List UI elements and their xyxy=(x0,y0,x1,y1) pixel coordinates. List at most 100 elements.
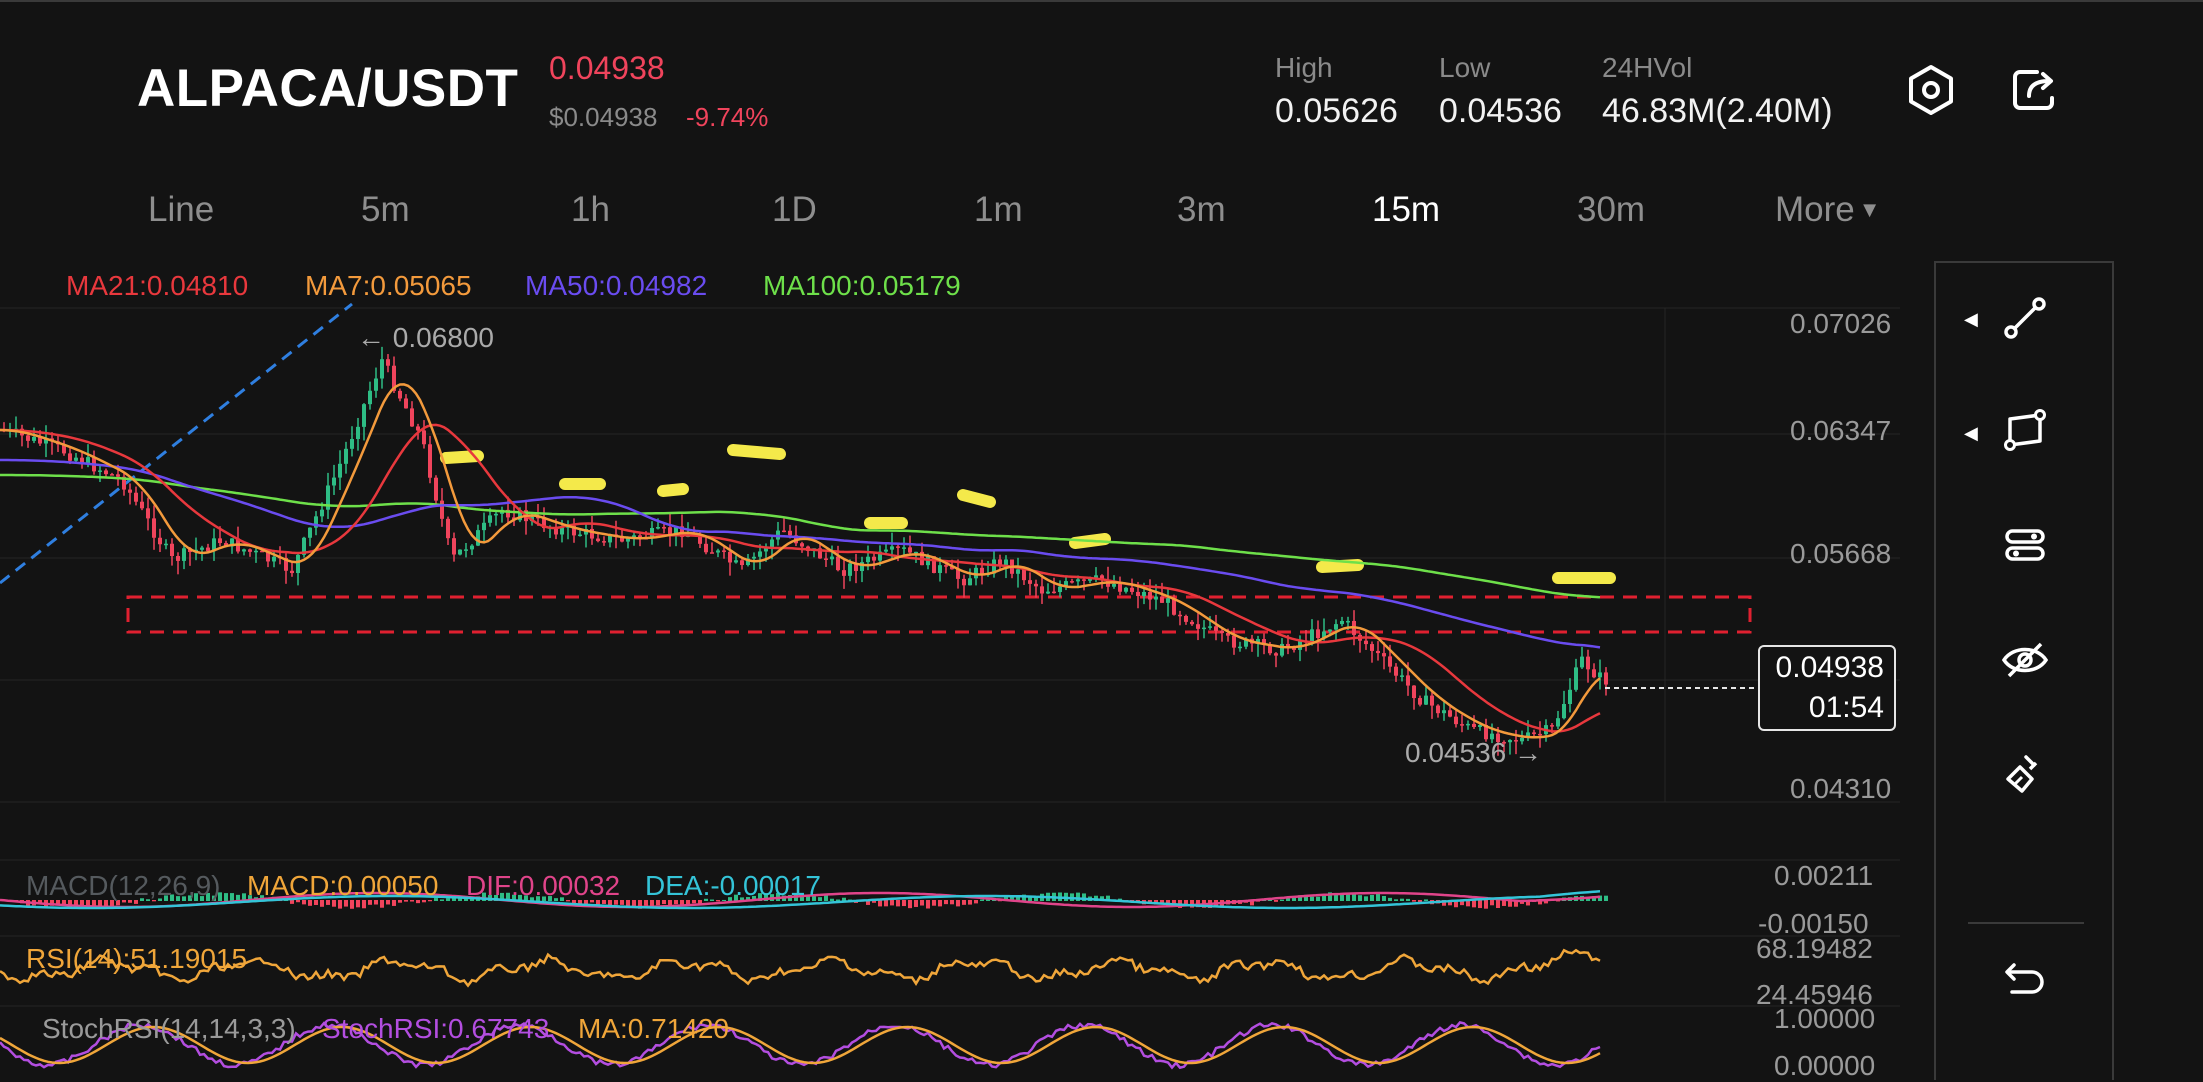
macd-bar xyxy=(974,900,978,904)
candle-body xyxy=(1592,669,1596,678)
tf-3m[interactable]: 3m xyxy=(1177,190,1226,230)
share-icon[interactable] xyxy=(2004,60,2064,120)
candle-body xyxy=(1382,653,1386,657)
macd-bar xyxy=(1400,898,1404,901)
candle-body xyxy=(740,560,744,566)
hide-drawings-icon[interactable] xyxy=(1955,620,2095,700)
candle-body xyxy=(1466,723,1470,726)
candle-body xyxy=(74,457,78,461)
candle-body xyxy=(1142,591,1146,597)
macd-bar xyxy=(1412,900,1416,902)
candle-body xyxy=(320,509,324,517)
macd-dif: DIF:0.00032 xyxy=(466,870,621,901)
candle-body xyxy=(356,426,360,440)
candle-body xyxy=(788,530,792,536)
axis-price-4: 0.04310 xyxy=(1790,773,1892,804)
last-price: 0.04938 xyxy=(549,50,665,86)
candle-body xyxy=(164,543,168,546)
candle-body xyxy=(914,551,918,554)
tf-5m[interactable]: 5m xyxy=(361,190,410,230)
macd-bar xyxy=(1394,899,1398,901)
tf-15m[interactable]: 15m xyxy=(1372,190,1440,230)
pair-title[interactable]: ALPACA/USDT xyxy=(137,58,518,119)
macd-bar xyxy=(824,895,828,901)
rectangle-icon[interactable] xyxy=(1955,390,2095,470)
candle-body xyxy=(764,548,768,552)
macd-bar xyxy=(1364,896,1368,901)
candle-body xyxy=(1562,704,1566,719)
macd-bar xyxy=(1376,893,1380,901)
candle-body xyxy=(1448,710,1452,717)
candle-body xyxy=(26,435,30,441)
candle-body xyxy=(398,390,402,399)
candle-body xyxy=(338,463,342,478)
candle-body xyxy=(1556,718,1560,727)
rsi-title: RSI(14):51.19015 xyxy=(26,943,248,974)
macd-bar xyxy=(1274,900,1278,902)
candle-body xyxy=(758,551,762,557)
tf-more-label: More xyxy=(1775,190,1855,229)
price-chart[interactable] xyxy=(0,300,1900,1080)
macd-bar xyxy=(632,900,636,906)
macd-bar xyxy=(1382,895,1386,901)
current-price-box: 0.04938 01:54 xyxy=(1758,645,1896,731)
candle-body xyxy=(656,527,660,529)
macd-bar xyxy=(908,900,912,909)
candle-body xyxy=(866,556,870,563)
stoch-axis-bottom: 0.00000 xyxy=(1774,1050,1876,1081)
candle-body xyxy=(1418,698,1422,705)
candle-body xyxy=(842,570,846,576)
candle-body xyxy=(1316,629,1320,639)
candle-body xyxy=(902,547,906,549)
macd-bar xyxy=(230,893,234,901)
candle-body xyxy=(344,448,348,464)
candle-body xyxy=(1154,596,1158,600)
candle-body xyxy=(1406,675,1410,686)
candle-body xyxy=(1016,569,1020,574)
macd-bar xyxy=(890,900,894,906)
current-price-value: 0.04938 xyxy=(1775,651,1884,684)
candle-body xyxy=(1340,620,1344,625)
usd-price: $0.04938 xyxy=(549,102,658,132)
macd-bar xyxy=(446,898,450,901)
clear-drawings-icon[interactable] xyxy=(1955,734,2095,814)
candle-body xyxy=(476,530,480,546)
tf-more[interactable]: More ▼ xyxy=(1775,190,1881,230)
macd-bar xyxy=(902,900,906,907)
candle-body xyxy=(1472,723,1476,727)
candle-body xyxy=(980,567,984,574)
macd-bar xyxy=(1370,894,1374,901)
tf-1d[interactable]: 1D xyxy=(772,190,817,230)
candle-body xyxy=(254,550,258,553)
candle-body xyxy=(944,565,948,567)
candle-body xyxy=(428,444,432,478)
macd-bar xyxy=(1484,900,1488,909)
candle-countdown: 01:54 xyxy=(1808,691,1884,724)
candle-body xyxy=(704,543,708,553)
macd-bar xyxy=(1316,896,1320,901)
indicator-settings-icon[interactable] xyxy=(1955,505,2095,585)
macd-bar xyxy=(944,900,948,905)
tf-1h[interactable]: 1h xyxy=(571,190,610,230)
candle-body xyxy=(710,552,714,554)
candle-body xyxy=(890,546,894,550)
candle-body xyxy=(368,390,372,405)
tf-line[interactable]: Line xyxy=(148,190,214,230)
candle-body xyxy=(596,538,600,542)
trend-line-icon[interactable] xyxy=(1955,278,2095,358)
tf-1m[interactable]: 1m xyxy=(974,190,1023,230)
undo-icon[interactable] xyxy=(1955,938,2095,1018)
settings-hex-icon[interactable] xyxy=(1901,60,1961,120)
candle-body xyxy=(1040,586,1044,594)
candle-body xyxy=(1070,581,1074,583)
candle-body xyxy=(1580,656,1584,668)
top-divider xyxy=(0,0,2203,2)
candle-body xyxy=(1214,626,1218,631)
candle-body xyxy=(272,556,276,562)
candle-body xyxy=(560,527,564,535)
candle-body xyxy=(1334,624,1338,630)
macd-bar xyxy=(956,900,960,907)
candle-body xyxy=(1550,725,1554,727)
tf-30m[interactable]: 30m xyxy=(1577,190,1645,230)
candle-body xyxy=(1568,689,1572,705)
